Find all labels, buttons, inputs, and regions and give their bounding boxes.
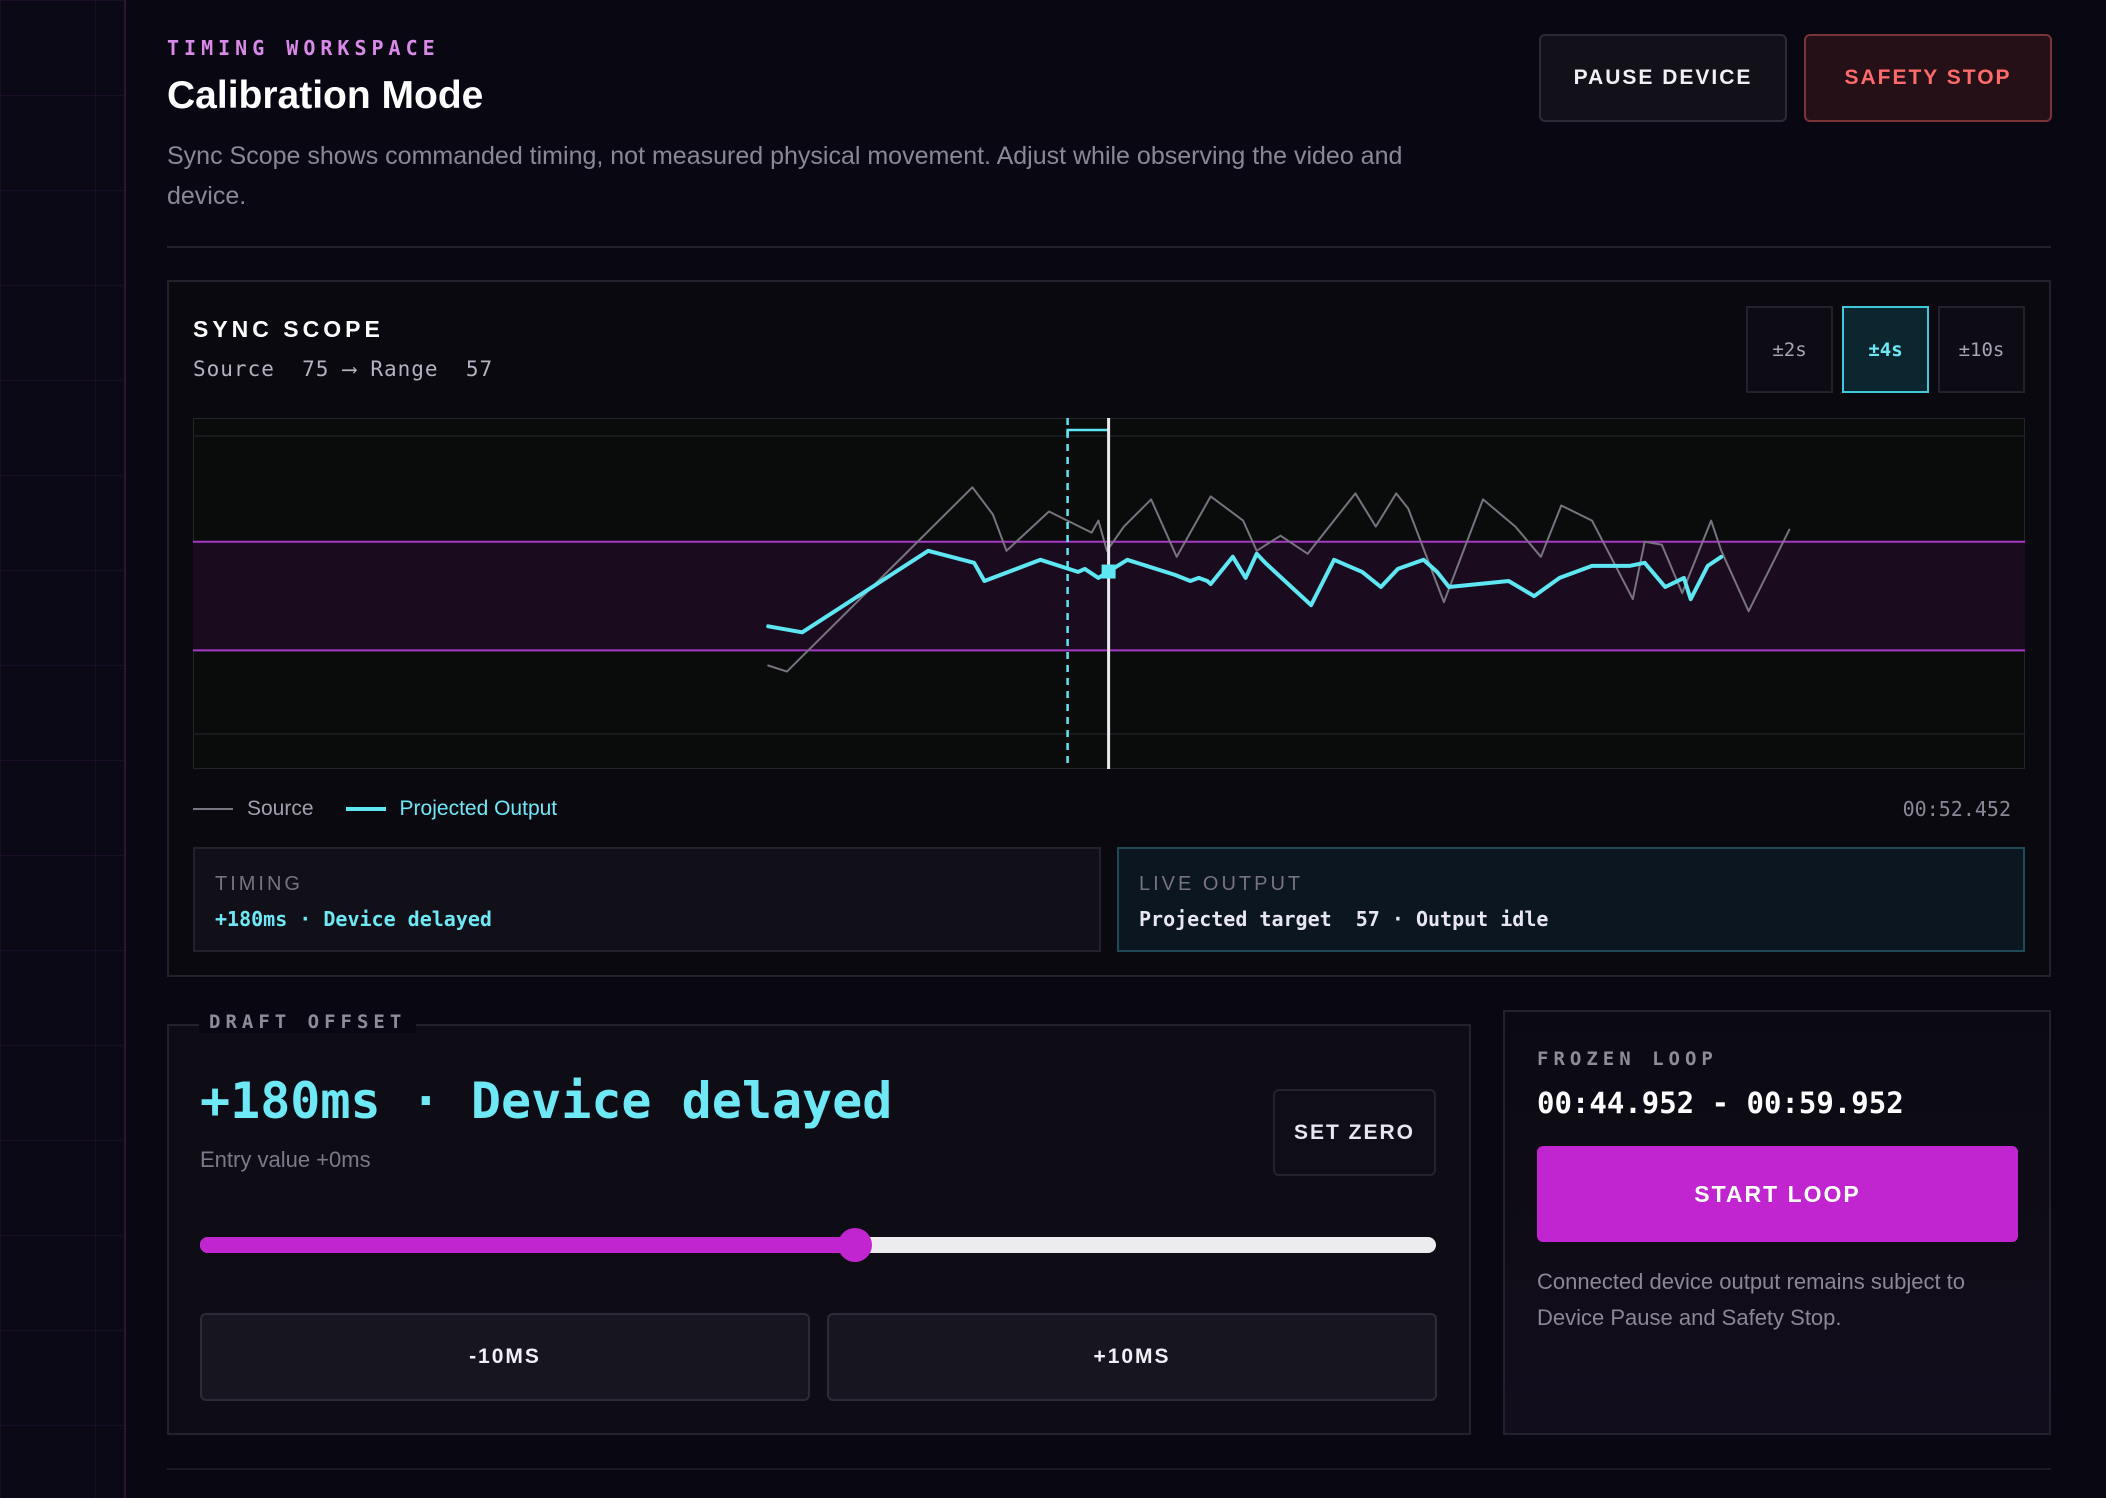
sidebar-divider (124, 0, 126, 1498)
frozen-loop-label: FROZEN LOOP (1537, 1048, 1718, 1070)
live-output-box: LIVE OUTPUT Projected target 57 · Output… (1117, 847, 2025, 952)
live-output-label: LIVE OUTPUT (1139, 873, 1304, 895)
playhead-timestamp: 00:52.452 (1902, 797, 2011, 821)
entry-value-text: Entry value +0ms (200, 1147, 371, 1172)
pause-device-button[interactable]: PAUSE DEVICE (1539, 34, 1787, 122)
live-output-value: Projected target 57 · Output idle (1139, 907, 1549, 931)
slider-thumb[interactable] (838, 1228, 873, 1262)
timing-status-box: TIMING +180ms · Device delayed (193, 847, 1101, 952)
range-10s-button[interactable]: ±10s (1938, 306, 2025, 393)
offset-slider[interactable] (200, 1228, 1436, 1262)
background-grid (0, 0, 126, 1498)
legend-projected-swatch (345, 807, 386, 811)
page-title: Calibration Mode (167, 74, 484, 117)
slider-fill (200, 1237, 856, 1253)
draft-offset-legend: DRAFT OFFSET (199, 1011, 417, 1033)
bottom-divider (167, 1468, 2051, 1470)
chart-legend: Source Projected Output (193, 797, 557, 821)
range-4s-button[interactable]: ±4s (1842, 306, 1929, 393)
start-loop-button[interactable]: START LOOP (1537, 1146, 2018, 1242)
plus-10ms-button[interactable]: +10MS (827, 1313, 1437, 1401)
playhead-marker (1101, 564, 1116, 579)
legend-projected-label: Projected Output (399, 797, 558, 820)
safety-stop-button[interactable]: SAFETY STOP (1804, 34, 2052, 122)
sync-scope-chart (193, 418, 2025, 769)
legend-source-swatch (193, 808, 233, 810)
frozen-loop-range: 00:44.952 - 00:59.952 (1537, 1086, 1904, 1120)
set-zero-button[interactable]: SET ZERO (1273, 1089, 1436, 1176)
page-subtitle: Sync Scope shows commanded timing, not m… (167, 142, 1403, 210)
workspace-eyebrow: TIMING WORKSPACE (167, 36, 440, 60)
minus-10ms-button[interactable]: -10MS (200, 1313, 810, 1401)
sync-scope-title: SYNC SCOPE (193, 316, 384, 342)
sync-scope-subtitle: Source 75 ⟶ Range 57 (193, 357, 494, 381)
timing-value: +180ms · Device delayed (215, 907, 492, 931)
frozen-loop-note: Connected device output remains subject … (1537, 1269, 1966, 1330)
range-2s-button[interactable]: ±2s (1746, 306, 1833, 393)
timing-label: TIMING (215, 873, 303, 895)
header-divider (167, 246, 2051, 248)
draft-offset-value: +180ms · Device delayed (200, 1072, 893, 1130)
legend-source-label: Source (247, 797, 314, 820)
